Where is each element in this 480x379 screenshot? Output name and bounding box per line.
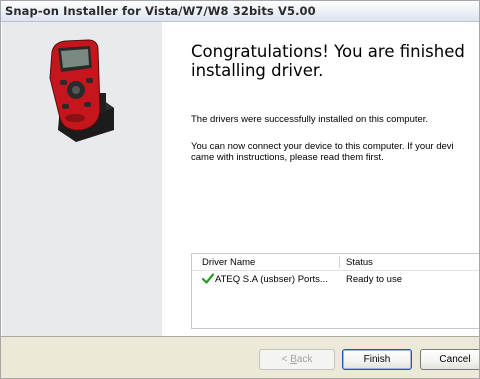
left-banner-panel	[2, 22, 162, 336]
button-bar: < Back Finish Cancel	[1, 336, 479, 378]
driver-status: Ready to use	[346, 274, 402, 285]
title-bar[interactable]: Snap-on Installer for Vista/W7/W8 32bits…	[1, 1, 479, 22]
window-title: Snap-on Installer for Vista/W7/W8 32bits…	[5, 4, 316, 18]
back-button[interactable]: < Back	[259, 349, 335, 370]
success-message: The drivers were successfully installed …	[191, 114, 429, 125]
driver-list-header: Driver Name Status	[192, 254, 479, 271]
instructions-line-1: You can now connect your device to this …	[191, 141, 454, 152]
completion-heading: Congratulations! You are finished instal…	[191, 42, 465, 80]
finish-button[interactable]: Finish	[342, 349, 412, 370]
driver-row[interactable]: ATEQ S.A (usbser) Ports... Ready to use	[192, 272, 479, 286]
connect-instructions: You can now connect your device to this …	[191, 141, 479, 163]
column-header-driver-name[interactable]: Driver Name	[202, 257, 255, 268]
column-divider[interactable]	[339, 256, 340, 268]
instructions-line-2: came with instructions, please read them…	[191, 152, 384, 163]
installer-window: Snap-on Installer for Vista/W7/W8 32bits…	[0, 0, 480, 379]
driver-name: ATEQ S.A (usbser) Ports...	[215, 274, 328, 285]
driver-list[interactable]: Driver Name Status ATEQ S.A (usbser) Por…	[191, 253, 479, 329]
check-icon	[202, 273, 214, 284]
cancel-button[interactable]: Cancel	[420, 349, 479, 370]
scan-tool-device-image	[49, 39, 114, 142]
column-header-status[interactable]: Status	[346, 257, 373, 268]
